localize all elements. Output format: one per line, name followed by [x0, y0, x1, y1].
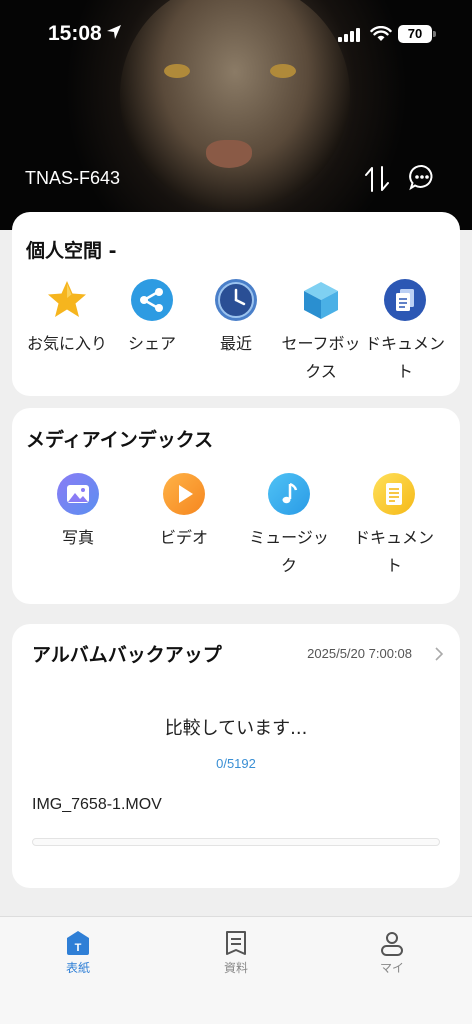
media-index-card: メディアインデックス 写真 ビデオ ミュージック ドキュメント	[12, 408, 460, 604]
chevron-right-icon[interactable]	[434, 646, 444, 662]
document-icon	[384, 279, 426, 321]
document-list-icon	[226, 931, 246, 955]
album-backup-card[interactable]: アルバムバックアップ 2025/5/20 7:00:08 比較しています... …	[12, 624, 460, 888]
favorites-item[interactable]: お気に入り	[22, 278, 112, 358]
status-time: 15:08	[48, 22, 102, 45]
home-t-icon: T	[67, 931, 89, 955]
photos-label: 写真	[61, 528, 94, 547]
video-label: ビデオ	[159, 528, 208, 547]
personal-space-card: 個人空間 - お気に入り シェア 最近 セーフボックス ドキュメント	[12, 212, 460, 396]
recent-item[interactable]: 最近	[191, 278, 281, 358]
album-backup-title: アルバムバックアップ	[32, 644, 222, 666]
document-icon	[373, 473, 415, 515]
media-documents-label: ドキュメント	[353, 528, 434, 575]
backup-status-text: 比較しています...	[164, 718, 308, 739]
music-note-icon	[268, 473, 310, 515]
backup-progress-bar	[32, 838, 440, 846]
tab-my-label: マイ	[379, 961, 404, 975]
message-icon[interactable]	[408, 163, 436, 191]
tab-materials-label: 資料	[223, 961, 248, 975]
backup-count: 0/5192	[216, 756, 256, 771]
svg-text:T: T	[75, 942, 82, 954]
photos-item[interactable]: 写真	[33, 472, 123, 552]
documents-label: ドキュメント	[364, 334, 445, 381]
photo-icon	[57, 473, 99, 515]
recent-label: 最近	[219, 334, 252, 353]
tab-my[interactable]: マイ	[352, 929, 432, 976]
share-label: シェア	[127, 334, 176, 353]
location-arrow-icon	[107, 25, 121, 39]
media-documents-item[interactable]: ドキュメント	[349, 472, 439, 580]
documents-item[interactable]: ドキュメント	[360, 278, 450, 386]
share-icon	[131, 279, 173, 321]
safebox-cube-icon	[304, 282, 338, 319]
backup-date: 2025/5/20 7:00:08	[307, 646, 412, 661]
bottom-tab-bar: T 表紙 資料 マイ	[0, 916, 472, 1024]
battery-indicator: 70	[398, 25, 432, 43]
safebox-item[interactable]: セーフボックス	[276, 278, 366, 386]
safebox-label: セーフボックス	[281, 334, 361, 381]
wifi-icon	[370, 26, 392, 41]
star-icon	[48, 281, 86, 317]
backup-filename: IMG_7658-1.MOV	[32, 796, 162, 813]
video-play-icon	[163, 473, 205, 515]
favorites-label: お気に入り	[26, 334, 107, 353]
tab-cover[interactable]: T 表紙	[38, 929, 118, 976]
clock-icon	[215, 279, 257, 321]
transfer-icon[interactable]	[364, 165, 390, 193]
status-bar: 15:08 70	[0, 0, 472, 60]
video-item[interactable]: ビデオ	[139, 472, 229, 552]
tab-materials[interactable]: 資料	[196, 929, 276, 976]
personal-space-title: 個人空間 -	[26, 240, 117, 262]
tab-cover-label: 表紙	[65, 961, 90, 975]
music-label: ミュージック	[249, 528, 329, 575]
music-item[interactable]: ミュージック	[244, 472, 334, 580]
share-item[interactable]: シェア	[107, 278, 197, 358]
device-name[interactable]: TNAS-F643	[25, 168, 120, 189]
user-icon	[381, 932, 403, 956]
media-index-title: メディアインデックス	[26, 429, 214, 451]
cellular-signal-icon	[338, 28, 360, 42]
